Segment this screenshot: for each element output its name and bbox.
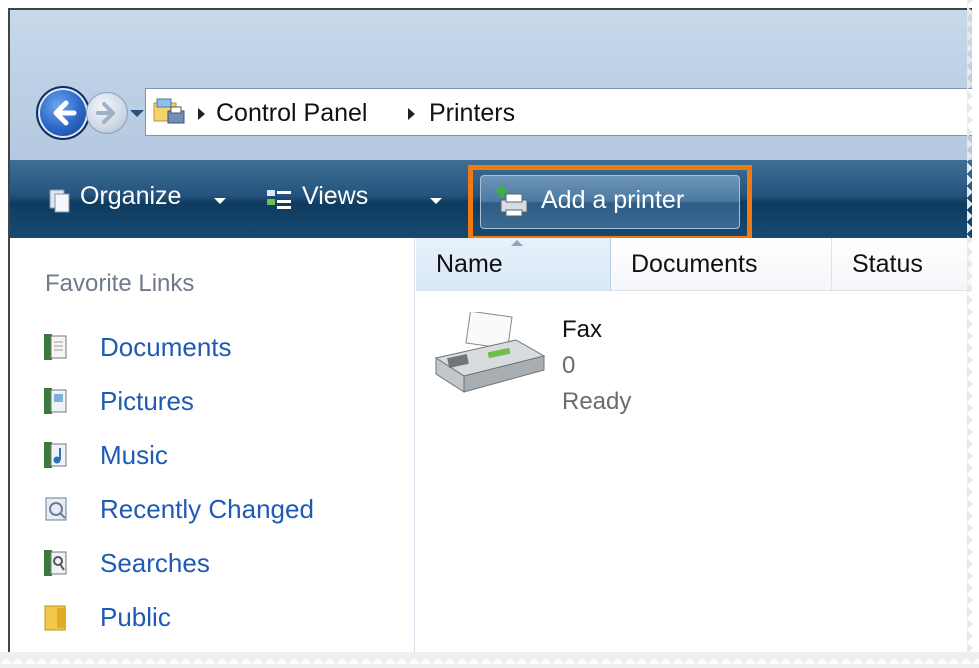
favorite-links-title: Favorite Links [45,270,195,297]
column-header-label: Documents [631,250,758,278]
favorite-link-label: Searches [100,548,210,578]
pictures-icon [44,388,67,414]
explorer-window: Control Panel Printers Organize Views Ad… [8,8,972,656]
favorite-link-label: Documents [100,332,232,362]
forward-arrow-icon [96,102,115,124]
organize-dropdown-icon [214,198,226,204]
column-header-row: Name Documents Status [416,238,972,291]
breadcrumb-printers[interactable]: Printers [429,99,515,128]
column-header-status[interactable]: Status [832,238,972,290]
highlight-outline [468,165,752,241]
column-header-label: Name [436,250,503,278]
navigation-pane: Favorite Links Documents Pictures Music … [10,238,415,656]
favorite-link-music[interactable]: Music [40,434,400,474]
views-icon [267,190,291,209]
torn-edge-right [967,0,979,668]
organize-button[interactable]: Organize [80,182,181,211]
printer-name: Fax [562,316,603,343]
torn-edge-bottom [0,652,979,668]
searches-icon [44,550,67,576]
sort-ascending-icon [511,240,523,246]
documents-icon [44,334,67,360]
title-area: Control Panel Printers [10,10,972,160]
favorite-link-public[interactable]: Public [40,596,400,636]
breadcrumb-separator-icon [408,108,415,120]
breadcrumb-control-panel[interactable]: Control Panel [216,99,367,128]
views-dropdown-icon [430,198,442,204]
column-header-name[interactable]: Name [416,238,611,290]
printer-documents: 0 [562,352,576,379]
favorite-link-label: Pictures [100,386,194,416]
printer-item-fax[interactable]: Fax 0 Ready [430,302,690,432]
address-bar[interactable]: Control Panel Printers [145,88,972,136]
back-button[interactable] [36,86,90,140]
organize-icon [49,189,70,213]
recently-changed-icon [45,497,67,521]
back-arrow-icon [53,100,77,126]
views-button[interactable]: Views [302,182,368,211]
favorite-link-label: Recently Changed [100,494,314,524]
public-folder-icon [44,605,66,631]
favorite-link-recently-changed[interactable]: Recently Changed [40,488,400,528]
favorite-link-searches[interactable]: Searches [40,542,400,582]
music-icon [44,442,67,468]
favorite-link-label: Music [100,440,168,470]
favorite-link-documents[interactable]: Documents [40,326,400,366]
fax-icon [434,312,546,393]
printer-status: Ready [562,388,632,415]
favorite-link-label: Public [100,602,171,632]
favorite-link-pictures[interactable]: Pictures [40,380,400,420]
recent-pages-dropdown[interactable] [130,110,144,117]
column-header-label: Status [852,250,923,278]
column-header-documents[interactable]: Documents [611,238,832,290]
forward-button[interactable] [86,92,128,134]
breadcrumb-separator-icon [198,108,205,120]
control-panel-icon [153,98,185,124]
